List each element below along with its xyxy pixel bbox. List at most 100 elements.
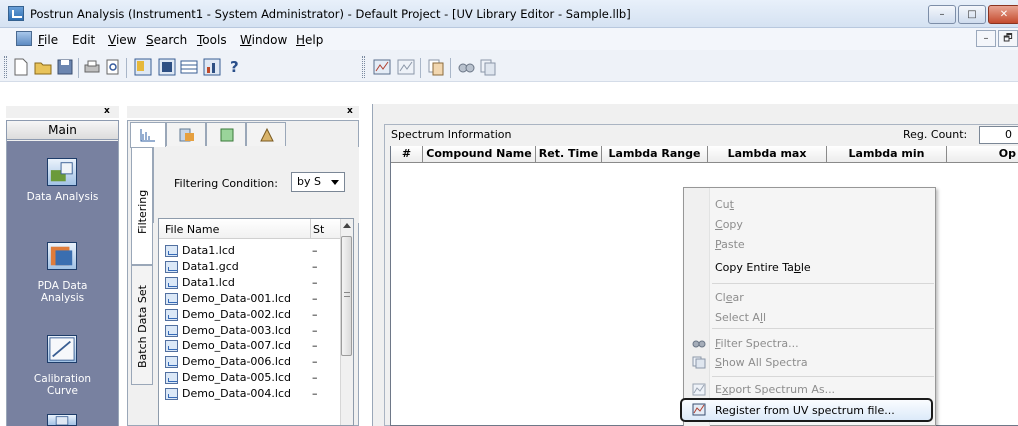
close-button[interactable]: ✕: [988, 5, 1018, 24]
column-header-lambda-min[interactable]: Lambda min: [827, 146, 947, 163]
batch-icon: [260, 127, 274, 142]
maximize-button[interactable]: □: [958, 5, 986, 24]
context-menu-item-paste[interactable]: Paste: [715, 238, 745, 252]
file-row[interactable]: Demo_Data-006.lcd –: [165, 354, 340, 370]
save-icon[interactable]: [56, 58, 74, 76]
app-icon[interactable]: [8, 6, 24, 21]
file-row[interactable]: Demo_Data-003.lcd –: [165, 323, 340, 339]
context-menu-item-select-all[interactable]: Select All: [715, 311, 766, 325]
nav-pane-close-icon[interactable]: x: [104, 106, 110, 116]
toolbar-grip[interactable]: [362, 56, 365, 78]
pda-data-analysis-icon[interactable]: [47, 242, 77, 270]
file-row[interactable]: Demo_Data-002.lcd –: [165, 307, 340, 323]
file-status: –: [312, 291, 318, 305]
mdi-restore-button[interactable]: 🗗: [998, 30, 1018, 47]
tab-main[interactable]: Main: [6, 120, 119, 140]
open-folder-icon[interactable]: [34, 58, 52, 76]
menu-help[interactable]: Help: [296, 33, 323, 47]
menu-search[interactable]: Search: [146, 33, 187, 47]
file-status: –: [312, 387, 318, 401]
scroll-up-arrow-icon[interactable]: [343, 223, 351, 228]
reg-count-value: 0: [979, 126, 1018, 144]
file-row[interactable]: Demo_Data-001.lcd –: [165, 291, 340, 307]
context-menu-item-export-spectrum-as[interactable]: Export Spectrum As...: [715, 383, 835, 397]
column-header-status[interactable]: St: [313, 223, 324, 236]
file-name: Demo_Data-006.lcd: [182, 355, 291, 369]
help-icon[interactable]: ?: [230, 58, 248, 76]
tab-data-file[interactable]: [130, 122, 166, 148]
menu-view[interactable]: View: [108, 33, 136, 47]
new-file-icon[interactable]: [12, 58, 30, 76]
menu-edit[interactable]: Edit: [72, 33, 95, 47]
spectrum-panel-title: Spectrum Information: [391, 128, 512, 141]
document-icon[interactable]: [16, 31, 32, 46]
file-row[interactable]: Data1.lcd –: [165, 243, 340, 259]
column-header-lambda-max[interactable]: Lambda max: [708, 146, 827, 163]
nav-pda-data-analysis[interactable]: PDA Data Analysis: [7, 280, 118, 304]
toolbar-separator: [450, 58, 451, 78]
mdi-minimize-button[interactable]: –: [976, 30, 996, 47]
lcd-file-icon: [165, 276, 178, 289]
panel-view-icon[interactable]: [158, 58, 176, 76]
filter-spectra-icon[interactable]: [457, 58, 475, 76]
context-menu-item-register-from-uv-spectrum-file[interactable]: Register from UV spectrum file...: [715, 404, 895, 418]
nav-pane-header: [6, 106, 119, 118]
file-row[interactable]: Data1.gcd –: [165, 259, 340, 275]
file-row[interactable]: Demo_Data-004.lcd –: [165, 386, 340, 402]
file-status: –: [312, 323, 318, 337]
export-spectrum-icon[interactable]: [397, 58, 415, 76]
context-menu-item-show-all-spectra[interactable]: Show All Spectra: [715, 356, 808, 370]
print-preview-icon[interactable]: [104, 58, 122, 76]
table-view-icon[interactable]: [180, 58, 198, 76]
tab-filtering[interactable]: Filtering: [131, 147, 153, 265]
copy-table-icon[interactable]: [427, 58, 445, 76]
tab-batch-data-set[interactable]: Batch Data Set: [131, 265, 153, 385]
context-menu-item-filter-spectra[interactable]: Filter Spectra...: [715, 337, 799, 351]
chromatogram-icon: [140, 129, 155, 142]
file-name: Demo_Data-002.lcd: [182, 307, 291, 321]
tab-batch[interactable]: [246, 122, 286, 146]
nav-calibration-curve[interactable]: Calibration Curve: [7, 373, 118, 397]
data-analysis-icon[interactable]: [47, 158, 77, 186]
toolbar-grip[interactable]: [4, 56, 7, 78]
export-spectrum-icon: [692, 383, 706, 396]
nav-more-icon[interactable]: [47, 414, 77, 426]
context-menu-item-cut[interactable]: Cut: [715, 198, 734, 212]
tab-method[interactable]: [166, 122, 206, 146]
filter-condition-label: Filtering Condition:: [174, 177, 278, 190]
menu-tools[interactable]: Tools: [197, 33, 227, 47]
menu-window[interactable]: Window: [240, 33, 287, 47]
show-all-spectra-icon[interactable]: [479, 58, 497, 76]
minimize-button[interactable]: –: [928, 5, 956, 24]
print-icon[interactable]: [83, 58, 101, 76]
column-header-number[interactable]: #: [391, 146, 423, 163]
file-status: –: [312, 244, 318, 257]
file-row[interactable]: Demo_Data-005.lcd –: [165, 370, 340, 386]
column-divider[interactable]: [310, 219, 311, 239]
file-row[interactable]: Data1.lcd –: [165, 275, 340, 291]
file-status: –: [312, 355, 318, 369]
file-pane-close-icon[interactable]: x: [347, 106, 353, 116]
register-spectrum-icon[interactable]: [373, 58, 391, 76]
column-header-file-name[interactable]: File Name: [165, 223, 219, 236]
menu-file[interactable]: File: [38, 33, 58, 47]
column-header-ret-time[interactable]: Ret. Time: [536, 146, 602, 163]
context-menu-item-copy-entire-table[interactable]: Copy Entire Table: [715, 261, 811, 275]
file-name: Demo_Data-004.lcd: [182, 387, 291, 401]
column-header-op[interactable]: Op: [947, 146, 1018, 163]
tab-report[interactable]: [206, 122, 246, 146]
layout-toggle-icon[interactable]: [134, 58, 152, 76]
chart-view-icon[interactable]: [203, 58, 221, 76]
column-header-compound-name[interactable]: Compound Name: [423, 146, 536, 163]
file-row[interactable]: Demo_Data-007.lcd –: [165, 338, 340, 354]
scrollbar-thumb[interactable]: [341, 236, 352, 356]
filter-condition-select[interactable]: by S: [291, 172, 345, 192]
lcd-file-icon: [165, 292, 178, 305]
context-menu-item-clear[interactable]: Clear: [715, 291, 744, 305]
column-header-lambda-range[interactable]: Lambda Range: [602, 146, 708, 163]
register-spectrum-icon: [692, 403, 706, 416]
file-name: Data1.lcd: [182, 275, 235, 289]
calibration-curve-icon[interactable]: [47, 335, 77, 363]
context-menu-item-copy[interactable]: Copy: [715, 218, 743, 232]
nav-data-analysis[interactable]: Data Analysis: [7, 191, 118, 203]
